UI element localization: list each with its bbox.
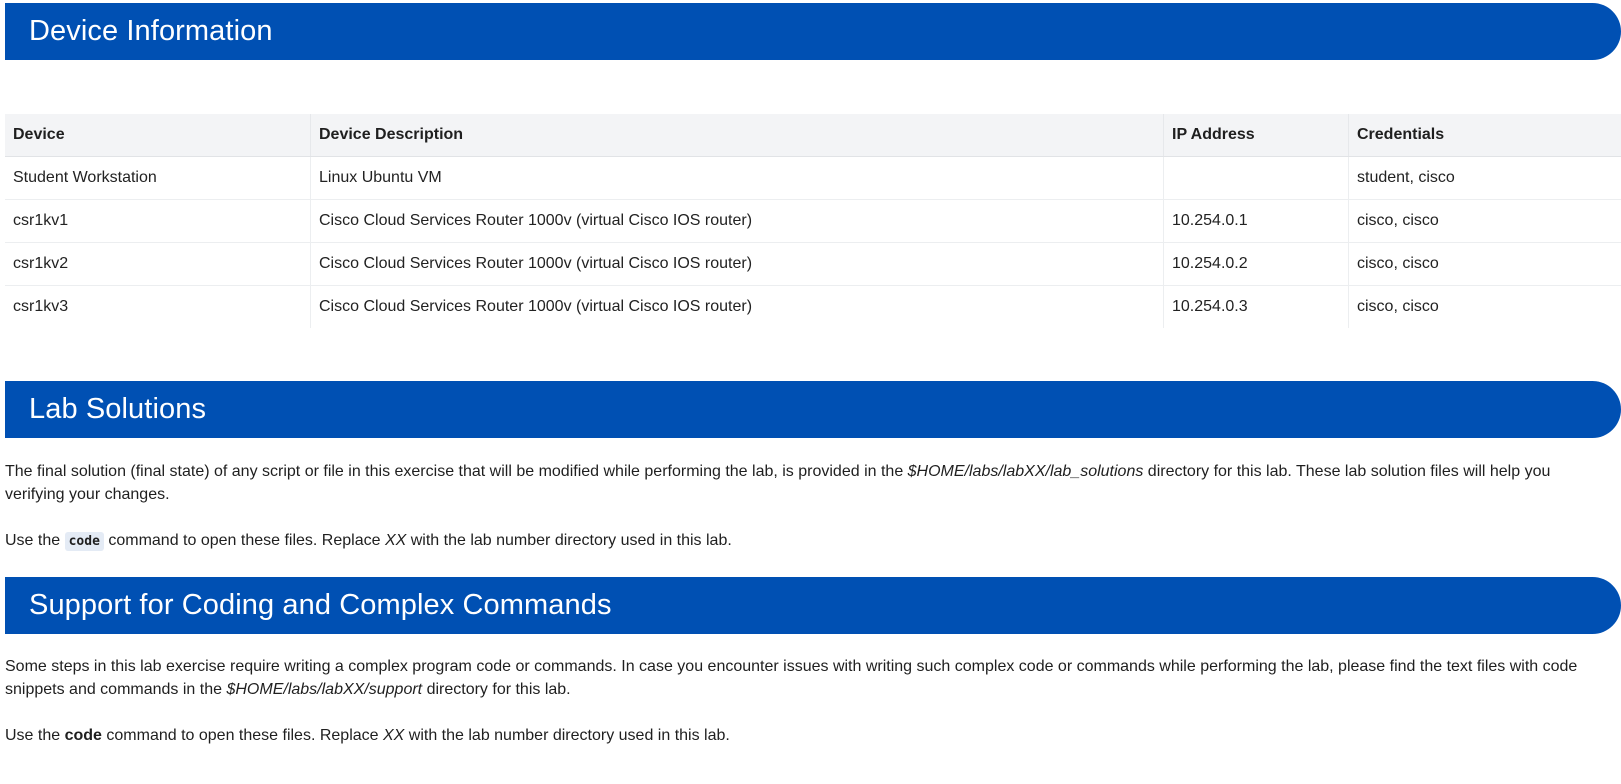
cell-credentials: cisco, cisco — [1348, 199, 1621, 243]
section-header-device-information: Device Information — [5, 3, 1621, 60]
column-header-credentials: Credentials — [1348, 114, 1621, 157]
support-path: $HOME/labs/labXX/support — [226, 681, 423, 698]
table-header-row: Device Device Description IP Address Cre… — [5, 114, 1621, 157]
cell-credentials: student, cisco — [1348, 156, 1621, 200]
cell-device: csr1kv2 — [5, 242, 311, 286]
cell-ip: 10.254.0.2 — [1163, 242, 1349, 286]
paragraph-text: The final solution (final state) of any … — [5, 463, 908, 480]
support-paragraph: Some steps in this lab exercise require … — [5, 655, 1611, 701]
table-row: Student Workstation Linux Ubuntu VM stud… — [5, 156, 1621, 200]
cell-credentials: cisco, cisco — [1348, 242, 1621, 286]
column-header-ip: IP Address — [1163, 114, 1349, 157]
lab-solutions-paragraph: The final solution (final state) of any … — [5, 460, 1611, 506]
column-header-description: Device Description — [310, 114, 1164, 157]
cell-ip: 10.254.0.1 — [1163, 199, 1349, 243]
paragraph-text: command to open these files. Replace — [101, 727, 383, 744]
cell-description: Cisco Cloud Services Router 1000v (virtu… — [310, 242, 1164, 286]
cell-description: Cisco Cloud Services Router 1000v (virtu… — [310, 285, 1164, 328]
cell-ip: 10.254.0.3 — [1163, 285, 1349, 328]
paragraph-text: with the lab number directory used in th… — [406, 532, 732, 549]
lab-number-placeholder: XX — [384, 532, 407, 549]
lab-number-placeholder: XX — [382, 727, 405, 744]
paragraph-text: Use the — [5, 727, 65, 744]
cell-description: Linux Ubuntu VM — [310, 156, 1164, 200]
paragraph-text: command to open these files. Replace — [103, 532, 385, 549]
support-instructions: Use the code command to open these files… — [5, 724, 1611, 747]
section-header-support: Support for Coding and Complex Commands — [5, 577, 1621, 634]
solutions-path: $HOME/labs/labXX/lab_solutions — [907, 463, 1144, 480]
cell-credentials: cisco, cisco — [1348, 285, 1621, 328]
cell-device: csr1kv1 — [5, 199, 311, 243]
section-title: Support for Coding and Complex Commands — [29, 589, 612, 621]
table-row: csr1kv2 Cisco Cloud Services Router 1000… — [5, 242, 1621, 286]
section-title: Device Information — [29, 15, 273, 47]
paragraph-text: Use the — [5, 532, 65, 549]
cell-ip — [1163, 156, 1349, 200]
cell-device: csr1kv3 — [13, 298, 69, 315]
table-row: csr1kv1 Cisco Cloud Services Router 1000… — [5, 199, 1621, 243]
section-title: Lab Solutions — [29, 393, 207, 425]
code-command: code — [64, 727, 102, 744]
section-header-lab-solutions: Lab Solutions — [5, 381, 1621, 438]
cell-device: Student Workstation — [5, 156, 311, 200]
column-header-device: Device — [5, 114, 311, 157]
paragraph-text: with the lab number directory used in th… — [404, 727, 730, 744]
paragraph-text: directory for this lab. — [422, 681, 571, 698]
table-row: csr1kv3 Cisco Cloud Services Router 1000… — [5, 285, 1621, 328]
code-command: code — [64, 532, 104, 551]
device-table: Device Device Description IP Address Cre… — [5, 114, 1621, 328]
lab-solutions-instructions: Use the code command to open these files… — [5, 529, 1611, 553]
cell-description: Cisco Cloud Services Router 1000v (virtu… — [310, 199, 1164, 243]
